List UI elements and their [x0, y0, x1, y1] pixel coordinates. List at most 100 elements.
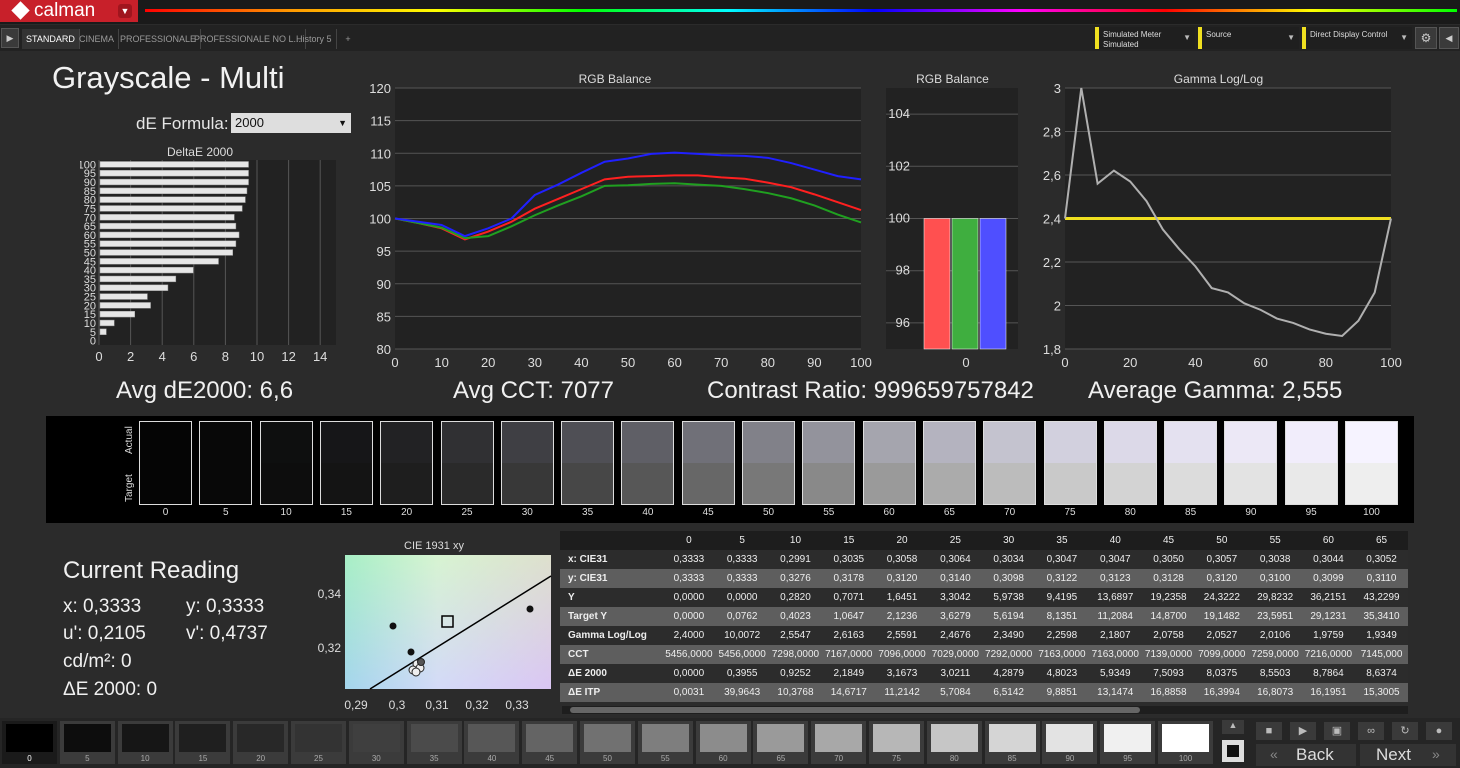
- stop-button[interactable]: [1222, 740, 1244, 762]
- rgb-bar-y-tick: 96: [896, 315, 910, 330]
- point-selector-70[interactable]: 70: [811, 721, 867, 764]
- point-selector-35[interactable]: 35: [406, 721, 462, 764]
- point-selector-40[interactable]: 40: [464, 721, 520, 764]
- tab-standard[interactable]: STANDARD: [22, 29, 80, 49]
- refresh-icon[interactable]: ↻: [1392, 722, 1418, 740]
- point-selector-55[interactable]: 55: [637, 721, 693, 764]
- play-measure-icon[interactable]: ▶: [1290, 722, 1316, 740]
- menu-chevron-down-icon[interactable]: ▼: [118, 4, 132, 18]
- table-row: Target Y 0,0000 0,0762 0,4023 1,0647 2,1236 3,…: [560, 607, 1408, 626]
- table-column-header[interactable]: 65: [1355, 531, 1408, 550]
- table-column-header[interactable]: 35: [1035, 531, 1089, 550]
- table-column-header[interactable]: 25: [928, 531, 983, 550]
- table-cell: 0,2991: [780, 554, 811, 565]
- swatch-target-55: [802, 463, 856, 505]
- swatch-level-label: 25: [461, 507, 473, 518]
- scrollbar-thumb[interactable]: [570, 707, 1140, 713]
- point-selector-65[interactable]: 65: [753, 721, 809, 764]
- rgb-line-y-tick: 120: [369, 82, 391, 96]
- point-selector-60[interactable]: 60: [695, 721, 751, 764]
- point-swatch: [295, 724, 342, 752]
- meter-selector[interactable]: Simulated Meter Simulated ▼: [1095, 27, 1195, 49]
- scroll-up-icon[interactable]: ▲: [1222, 720, 1244, 734]
- rgb-line-x-tick: 40: [574, 355, 588, 370]
- point-selector-15[interactable]: 15: [175, 721, 231, 764]
- table-column-header[interactable]: 55: [1248, 531, 1302, 550]
- rgb-line-y-tick: 100: [369, 212, 391, 227]
- deltae-bar: [99, 249, 233, 256]
- next-button[interactable]: Next »: [1360, 744, 1456, 766]
- rgb-line-x-tick: 80: [761, 355, 775, 370]
- de-formula-select[interactable]: 2000 ▼: [231, 113, 351, 133]
- rgb-line-x-tick: 90: [807, 355, 821, 370]
- loop-icon[interactable]: ∞: [1358, 722, 1384, 740]
- point-selector-90[interactable]: 90: [1042, 721, 1098, 764]
- rgb-line-x-tick: 30: [528, 355, 542, 370]
- cie-chart-title: CIE 1931 xy: [404, 540, 464, 552]
- point-label: 10: [140, 754, 150, 763]
- back-button[interactable]: « Back: [1256, 744, 1356, 766]
- save-icon[interactable]: ▣: [1324, 722, 1350, 740]
- deltae-bar: [99, 240, 237, 247]
- table-cell: 0,3120: [886, 573, 918, 584]
- tab-professionale[interactable]: PROFESSIONALE: [116, 29, 202, 49]
- table-column-header[interactable]: 5: [715, 531, 769, 550]
- table-column-header[interactable]: 15: [822, 531, 876, 550]
- swatch-actual-5: [199, 421, 253, 464]
- table-cell: 0,0000: [673, 668, 705, 679]
- point-selector-0[interactable]: 0: [2, 721, 57, 764]
- table-column-header[interactable]: 50: [1195, 531, 1249, 550]
- table-cell: 4,2879: [993, 668, 1024, 679]
- de-formula-label: dE Formula:: [136, 114, 229, 133]
- play-icon[interactable]: ▶: [1, 28, 19, 48]
- point-selector-75[interactable]: 75: [869, 721, 924, 764]
- table-cell: 3,0211: [940, 668, 971, 679]
- tab-cinema[interactable]: CINEMA: [75, 29, 120, 49]
- table-column-header[interactable]: 60: [1301, 531, 1356, 550]
- table-horizontal-scrollbar[interactable]: [562, 706, 1408, 714]
- point-selector-25[interactable]: 25: [291, 721, 346, 764]
- table-column-header[interactable]: 45: [1141, 531, 1196, 550]
- add-tab-button[interactable]: +: [338, 29, 358, 49]
- point-selector-80[interactable]: 80: [926, 721, 982, 764]
- back-arrow-icon[interactable]: ◀: [1439, 27, 1459, 49]
- rgb-line-x-tick: 50: [621, 355, 635, 370]
- gamma-y-tick: 2,2: [1043, 255, 1061, 270]
- rgb-bar-y-tick: 98: [896, 263, 910, 278]
- swatch-target-70: [983, 463, 1037, 505]
- tab-history-5[interactable]: History 5: [292, 29, 337, 49]
- gear-icon[interactable]: ⚙: [1415, 27, 1437, 49]
- toggle-icon[interactable]: ●: [1426, 722, 1452, 740]
- swatch-actual-35: [561, 421, 615, 464]
- display-control-selector[interactable]: Direct Display Control ▼: [1302, 27, 1412, 49]
- table-column-header[interactable]: 40: [1088, 531, 1142, 550]
- table-column-header[interactable]: 10: [768, 531, 823, 550]
- table-column-header[interactable]: 20: [875, 531, 929, 550]
- chevron-down-icon: ▼: [1183, 33, 1191, 42]
- swatch-target-100: [1345, 463, 1398, 505]
- table-cell: 8,0375: [1206, 668, 1238, 679]
- table-cell: 0,4023: [780, 611, 811, 622]
- point-selector-50[interactable]: 50: [580, 721, 635, 764]
- chevron-down-icon: ▼: [1400, 33, 1408, 42]
- swatch-level-label: 75: [1064, 507, 1076, 518]
- point-selector-10[interactable]: 10: [117, 721, 173, 764]
- table-cell: 1,0647: [833, 611, 865, 622]
- source-selector[interactable]: Source ▼: [1198, 27, 1299, 49]
- point-selector-30[interactable]: 30: [348, 721, 404, 764]
- table-column-header[interactable]: 0: [662, 531, 716, 550]
- stop-measure-icon[interactable]: ■: [1256, 722, 1282, 740]
- tab-professionale-no-l[interactable]: PROFESSIONALE NO L...: [190, 29, 307, 49]
- point-selector-85[interactable]: 85: [984, 721, 1040, 764]
- point-selector-100[interactable]: 100: [1158, 721, 1213, 764]
- table-cell: 0,7071: [833, 592, 865, 603]
- point-selector-45[interactable]: 45: [522, 721, 578, 764]
- table-column-header[interactable]: 30: [982, 531, 1036, 550]
- point-selector-5[interactable]: 5: [59, 721, 115, 764]
- table-cell: 15,3005: [1363, 687, 1400, 698]
- swatch-actual-10: [259, 421, 313, 464]
- table-cell: 8,6374: [1366, 668, 1397, 679]
- point-selector-20[interactable]: 20: [233, 721, 289, 764]
- point-selector-95[interactable]: 95: [1100, 721, 1156, 764]
- calman-logo[interactable]: calman ▼: [0, 0, 138, 22]
